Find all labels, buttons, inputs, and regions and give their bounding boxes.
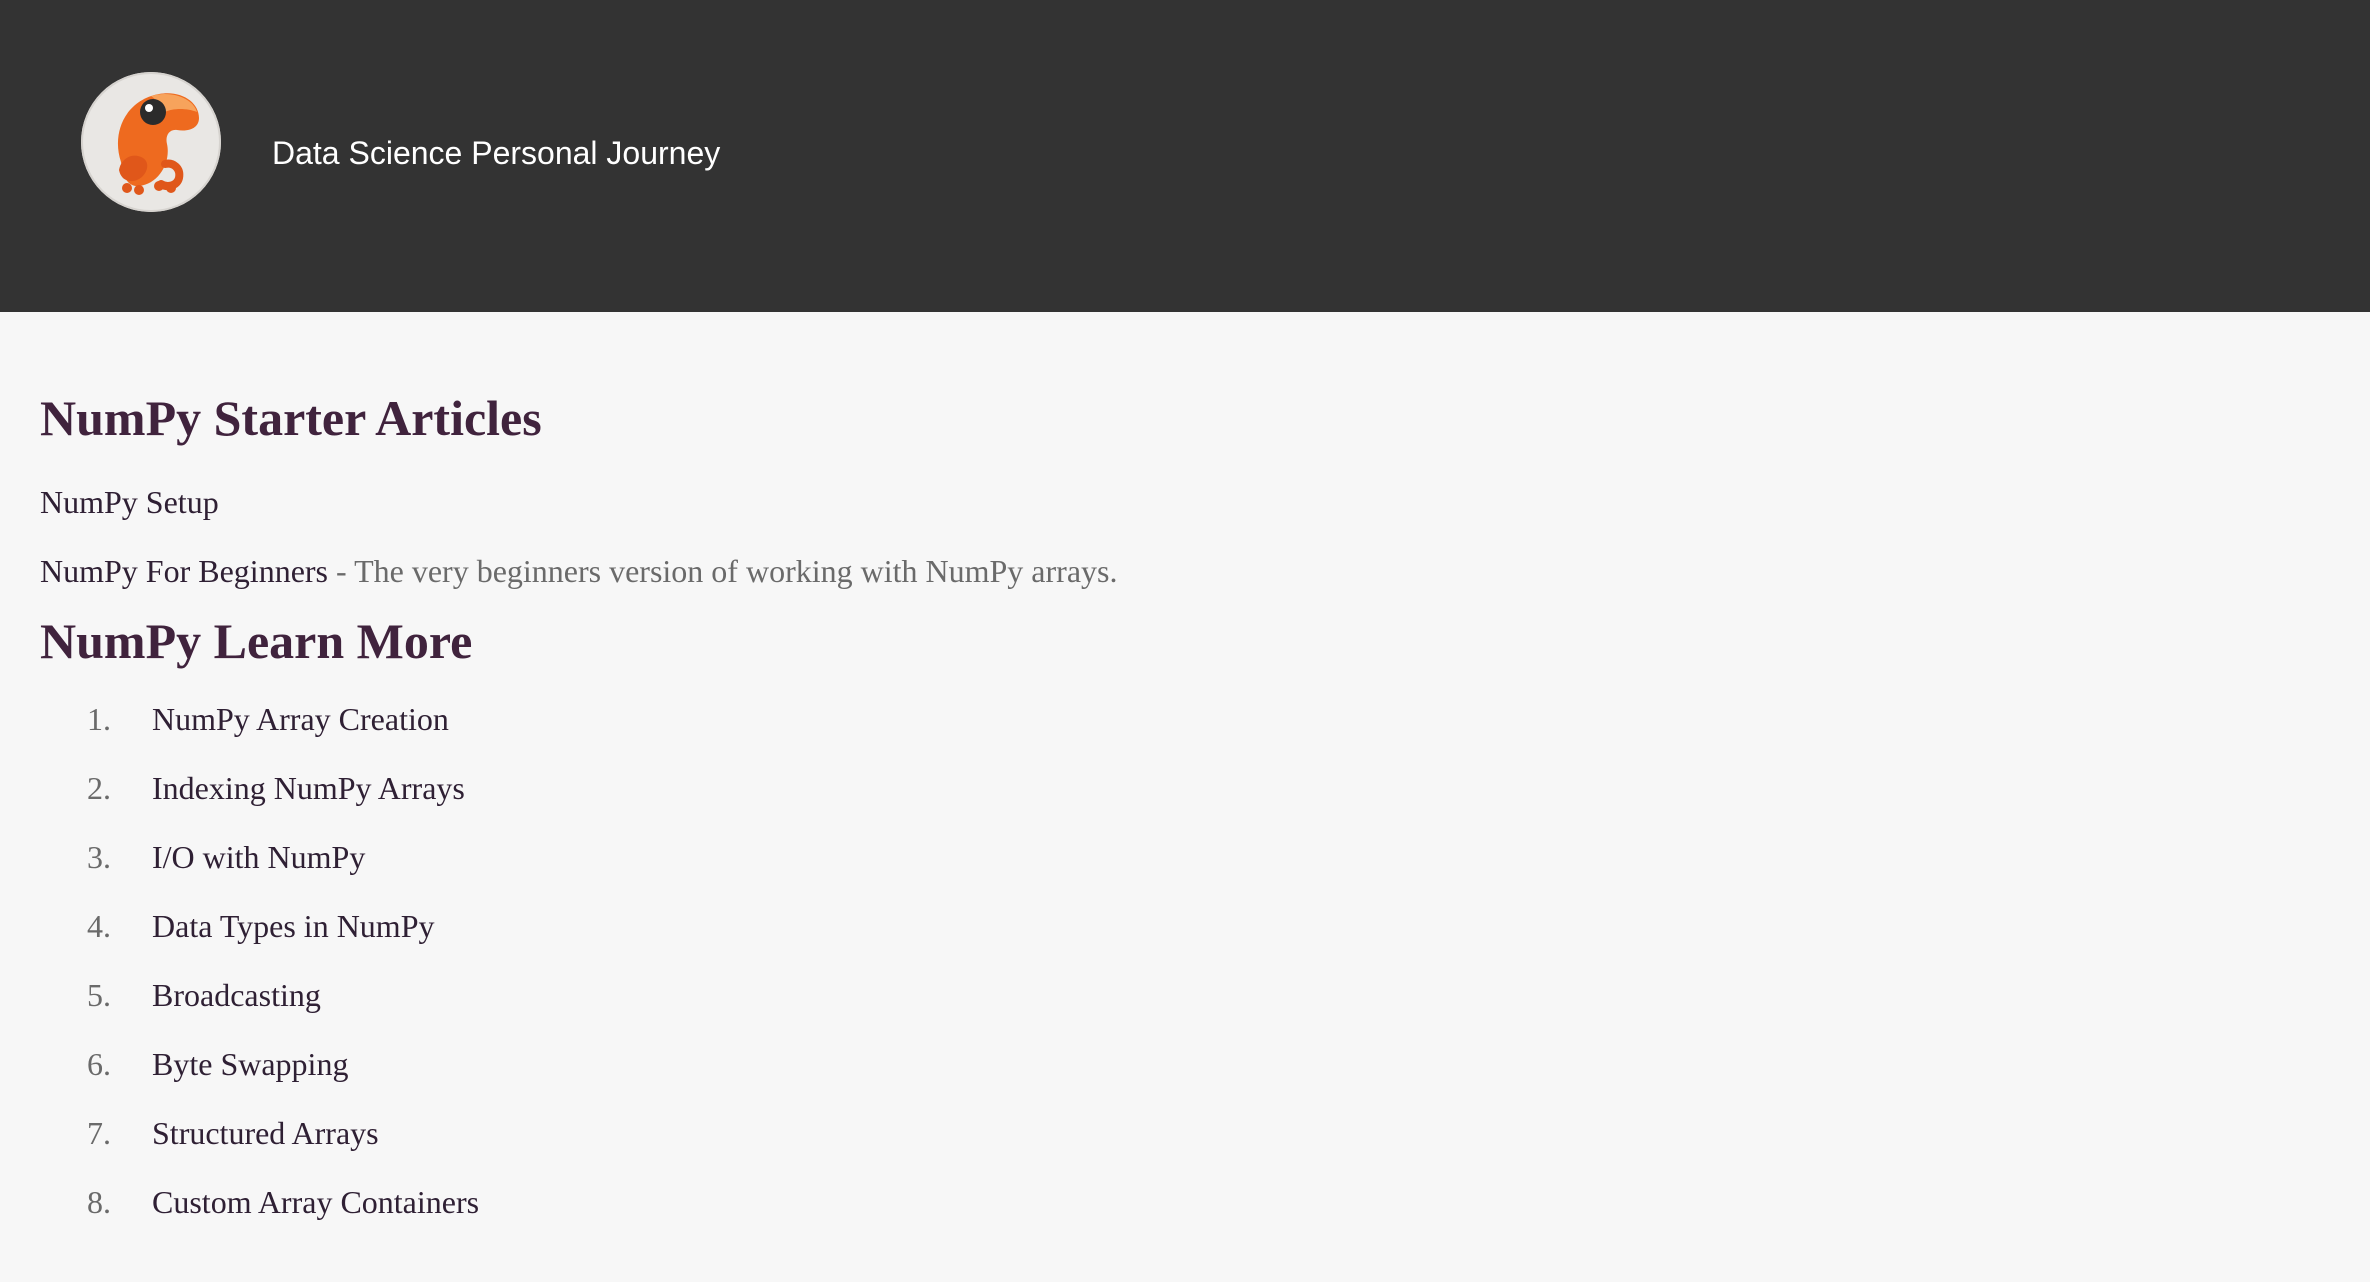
list-item: 8. Custom Array Containers	[40, 1186, 2370, 1218]
main-content: NumPy Starter Articles NumPy Setup NumPy…	[0, 312, 2370, 1218]
list-number: 5.	[87, 977, 111, 1013]
starter-article-item: NumPy Setup	[40, 443, 2370, 518]
list-number: 7.	[87, 1115, 111, 1151]
learn-more-list: 1. NumPy Array Creation 2. Indexing NumP…	[40, 666, 2370, 1218]
site-header: Data Science Personal Journey	[0, 0, 2370, 312]
list-number: 3.	[87, 839, 111, 875]
custom-array-containers-link[interactable]: Custom Array Containers	[152, 1186, 479, 1218]
numpy-setup-link[interactable]: NumPy Setup	[40, 484, 219, 520]
list-item: 1. NumPy Array Creation	[40, 703, 2370, 735]
data-types-link[interactable]: Data Types in NumPy	[152, 910, 434, 942]
list-item: 5. Broadcasting	[40, 979, 2370, 1011]
learn-more-heading: NumPy Learn More	[40, 613, 473, 669]
list-item: 2. Indexing NumPy Arrays	[40, 772, 2370, 804]
io-with-numpy-link[interactable]: I/O with NumPy	[152, 841, 365, 873]
indexing-arrays-link[interactable]: Indexing NumPy Arrays	[152, 772, 465, 804]
list-item: 4. Data Types in NumPy	[40, 910, 2370, 942]
site-title[interactable]: Data Science Personal Journey	[272, 135, 720, 172]
frog-logo-icon[interactable]	[81, 72, 221, 212]
broadcasting-link[interactable]: Broadcasting	[152, 979, 321, 1011]
list-item: 6. Byte Swapping	[40, 1048, 2370, 1080]
list-item: 7. Structured Arrays	[40, 1117, 2370, 1149]
list-number: 6.	[87, 1046, 111, 1082]
list-number: 1.	[87, 701, 111, 737]
list-number: 4.	[87, 908, 111, 944]
array-creation-link[interactable]: NumPy Array Creation	[152, 703, 449, 735]
list-number: 2.	[87, 770, 111, 806]
article-description: - The very beginners version of working …	[328, 553, 1118, 589]
starter-article-item: NumPy For Beginners - The very beginners…	[40, 518, 2370, 587]
list-item: 3. I/O with NumPy	[40, 841, 2370, 873]
starter-articles-heading: NumPy Starter Articles	[40, 390, 542, 446]
structured-arrays-link[interactable]: Structured Arrays	[152, 1117, 379, 1149]
numpy-for-beginners-link[interactable]: NumPy For Beginners	[40, 553, 328, 589]
byte-swapping-link[interactable]: Byte Swapping	[152, 1048, 348, 1080]
list-number: 8.	[87, 1184, 111, 1220]
